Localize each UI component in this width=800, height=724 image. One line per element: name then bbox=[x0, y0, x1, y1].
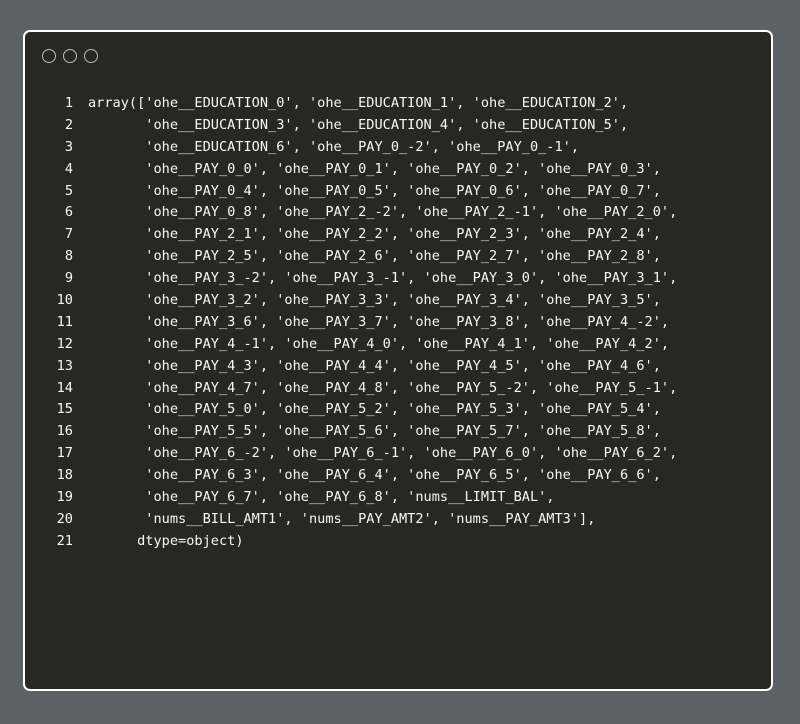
line-number: 12 bbox=[56, 335, 73, 352]
code-line: 15 'ohe__PAY_5_0', 'ohe__PAY_5_2', 'ohe_… bbox=[53, 399, 753, 421]
code-text: 'ohe__PAY_2_1', 'ohe__PAY_2_2', 'ohe__PA… bbox=[88, 226, 661, 243]
code-line: 8 'ohe__PAY_2_5', 'ohe__PAY_2_6', 'ohe__… bbox=[53, 246, 753, 268]
line-number: 21 bbox=[56, 532, 73, 549]
line-number: 7 bbox=[64, 226, 73, 243]
line-number: 15 bbox=[56, 401, 73, 418]
code-line: 20 'nums__BILL_AMT1', 'nums__PAY_AMT2', … bbox=[53, 509, 753, 531]
line-number: 19 bbox=[56, 489, 73, 506]
code-block: 1 array(['ohe__EDUCATION_0', 'ohe__EDUCAT… bbox=[53, 93, 753, 553]
code-line: 17 'ohe__PAY_6_-2', 'ohe__PAY_6_-1', 'oh… bbox=[53, 443, 753, 465]
code-window: 1 array(['ohe__EDUCATION_0', 'ohe__EDUCAT… bbox=[23, 30, 773, 691]
line-number: 1 bbox=[64, 95, 73, 111]
line-number: 9 bbox=[64, 270, 73, 287]
line-number: 3 bbox=[64, 138, 73, 155]
code-text: 'ohe__PAY_0_4', 'ohe__PAY_0_5', 'ohe__PA… bbox=[88, 182, 661, 199]
code-line: 5 'ohe__PAY_0_4', 'ohe__PAY_0_5', 'ohe__… bbox=[53, 181, 753, 203]
code-line: 3 'ohe__EDUCATION_6', 'ohe__PAY_0_-2', '… bbox=[53, 137, 753, 159]
line-number: 2 bbox=[64, 116, 73, 133]
minimize-window-icon[interactable] bbox=[63, 49, 77, 63]
code-line: 1 array(['ohe__EDUCATION_0', 'ohe__EDUCAT… bbox=[53, 93, 753, 115]
code-line: 21 dtype=object) bbox=[53, 531, 753, 553]
code-text: 'ohe__PAY_3_2', 'ohe__PAY_3_3', 'ohe__PA… bbox=[88, 292, 661, 309]
code-text: 'ohe__PAY_3_6', 'ohe__PAY_3_7', 'ohe__PA… bbox=[88, 313, 670, 330]
line-number: 5 bbox=[64, 182, 73, 199]
code-text: 'ohe__PAY_5_5', 'ohe__PAY_5_6', 'ohe__PA… bbox=[88, 423, 661, 440]
code-text: 'ohe__PAY_6_7', 'ohe__PAY_6_8', 'nums__L… bbox=[88, 489, 555, 506]
code-line: 16 'ohe__PAY_5_5', 'ohe__PAY_5_6', 'ohe_… bbox=[53, 421, 753, 443]
code-line: 18 'ohe__PAY_6_3', 'ohe__PAY_6_4', 'ohe_… bbox=[53, 465, 753, 487]
code-text: 'ohe__PAY_4_7', 'ohe__PAY_4_8', 'ohe__PA… bbox=[88, 379, 678, 396]
code-text: 'ohe__PAY_0_8', 'ohe__PAY_2_-2', 'ohe__P… bbox=[88, 204, 678, 221]
code-line: 2 'ohe__EDUCATION_3', 'ohe__EDUCATION_4'… bbox=[53, 115, 753, 137]
code-text: dtype=object) bbox=[88, 532, 244, 549]
code-line: 9 'ohe__PAY_3_-2', 'ohe__PAY_3_-1', 'ohe… bbox=[53, 268, 753, 290]
code-line: 14 'ohe__PAY_4_7', 'ohe__PAY_4_8', 'ohe_… bbox=[53, 378, 753, 400]
code-text: 'ohe__PAY_4_3', 'ohe__PAY_4_4', 'ohe__PA… bbox=[88, 357, 661, 374]
code-text: 'ohe__PAY_6_-2', 'ohe__PAY_6_-1', 'ohe__… bbox=[88, 445, 678, 462]
code-text: 'ohe__PAY_0_0', 'ohe__PAY_0_1', 'ohe__PA… bbox=[88, 160, 661, 177]
line-number: 16 bbox=[56, 423, 73, 440]
close-window-icon[interactable] bbox=[42, 49, 56, 63]
code-text: array(['ohe__EDUCATION_0', 'ohe__EDUCATI… bbox=[88, 95, 629, 111]
code-text: 'ohe__PAY_3_-2', 'ohe__PAY_3_-1', 'ohe__… bbox=[88, 270, 678, 287]
code-text: 'ohe__PAY_5_0', 'ohe__PAY_5_2', 'ohe__PA… bbox=[88, 401, 661, 418]
code-line: 10 'ohe__PAY_3_2', 'ohe__PAY_3_3', 'ohe_… bbox=[53, 290, 753, 312]
code-text: 'nums__BILL_AMT1', 'nums__PAY_AMT2', 'nu… bbox=[88, 510, 596, 527]
line-number: 4 bbox=[64, 160, 73, 177]
code-line: 6 'ohe__PAY_0_8', 'ohe__PAY_2_-2', 'ohe_… bbox=[53, 202, 753, 224]
code-line: 19 'ohe__PAY_6_7', 'ohe__PAY_6_8', 'nums… bbox=[53, 487, 753, 509]
code-text: 'ohe__PAY_4_-1', 'ohe__PAY_4_0', 'ohe__P… bbox=[88, 335, 670, 352]
line-number: 14 bbox=[56, 379, 73, 396]
line-number: 20 bbox=[56, 510, 73, 527]
code-line: 13 'ohe__PAY_4_3', 'ohe__PAY_4_4', 'ohe_… bbox=[53, 356, 753, 378]
line-number: 17 bbox=[56, 445, 73, 462]
code-text: 'ohe__PAY_6_3', 'ohe__PAY_6_4', 'ohe__PA… bbox=[88, 467, 661, 484]
code-line: 11 'ohe__PAY_3_6', 'ohe__PAY_3_7', 'ohe_… bbox=[53, 312, 753, 334]
line-number: 11 bbox=[56, 313, 73, 330]
line-number: 18 bbox=[56, 467, 73, 484]
code-line: 7 'ohe__PAY_2_1', 'ohe__PAY_2_2', 'ohe__… bbox=[53, 224, 753, 246]
code-line: 4 'ohe__PAY_0_0', 'ohe__PAY_0_1', 'ohe__… bbox=[53, 159, 753, 181]
code-text: 'ohe__EDUCATION_3', 'ohe__EDUCATION_4', … bbox=[88, 116, 629, 133]
maximize-window-icon[interactable] bbox=[84, 49, 98, 63]
line-number: 8 bbox=[64, 248, 73, 265]
line-number: 6 bbox=[64, 204, 73, 221]
window-controls bbox=[42, 49, 98, 65]
line-number: 10 bbox=[56, 292, 73, 309]
line-number: 13 bbox=[56, 357, 73, 374]
code-text: 'ohe__EDUCATION_6', 'ohe__PAY_0_-2', 'oh… bbox=[88, 138, 580, 155]
code-line: 12 'ohe__PAY_4_-1', 'ohe__PAY_4_0', 'ohe… bbox=[53, 334, 753, 356]
code-text: 'ohe__PAY_2_5', 'ohe__PAY_2_6', 'ohe__PA… bbox=[88, 248, 661, 265]
